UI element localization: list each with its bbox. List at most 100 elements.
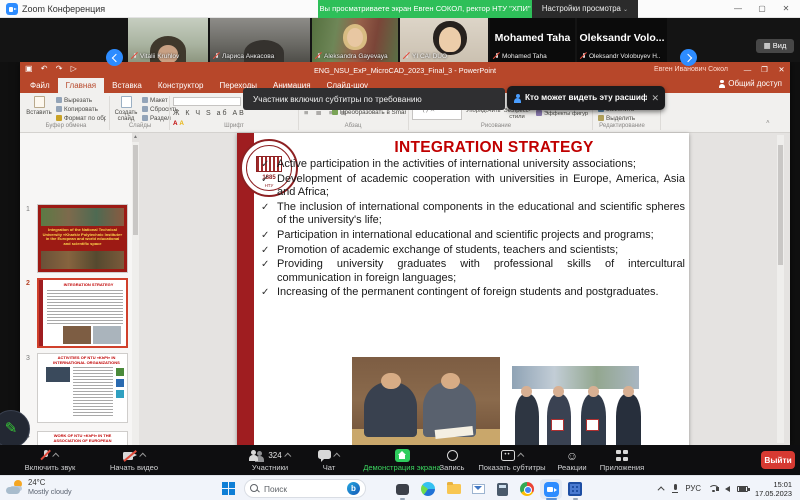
ppt-close-button[interactable]: ✕	[773, 62, 790, 77]
toast-close-icon[interactable]: ✕	[651, 86, 659, 110]
participants-count: 324	[268, 451, 281, 460]
chevron-up-icon[interactable]	[333, 453, 340, 460]
taskbar-calculator-icon[interactable]	[491, 479, 513, 499]
taskbar-explorer-icon[interactable]	[443, 479, 465, 499]
minimize-button[interactable]: —	[726, 0, 750, 18]
taskbar-edge-icon[interactable]	[417, 479, 439, 499]
reactions-button[interactable]: ☺ Реакции	[550, 447, 594, 473]
slide-thumbnail-3[interactable]: ACTIVITIES OF NTU «KhPI» IN INTERNATIONA…	[37, 353, 128, 423]
tab-file[interactable]: Файл	[22, 78, 58, 93]
start-video-button[interactable]: Начать видео	[94, 447, 174, 473]
bullet-item: Participation in international education…	[261, 229, 685, 243]
taskbar-chrome-icon[interactable]	[516, 479, 538, 499]
powerpoint-window: ▣ ↶ ↷ ▷ ENG_NSU_ExP_MicroCAD_2023_Final_…	[20, 62, 790, 445]
record-button[interactable]: Запись	[432, 447, 472, 473]
battery-icon[interactable]	[737, 486, 748, 492]
slide-thumbnail-4[interactable]: WORK OF NTU «KhPI» IN THE ASSOCIATION OF…	[37, 431, 128, 445]
maximize-button[interactable]: ▢	[750, 0, 774, 18]
leave-meeting-button[interactable]: Выйти	[761, 451, 795, 469]
video-tile[interactable]: Oleksandr Volo... Oleksandr Volobuyev H.…	[577, 18, 667, 62]
slide-thumbnail-2-selected[interactable]: INTEGRATION STRATEGY	[37, 278, 128, 348]
subtitles-button[interactable]: •• Показать субтитры	[474, 447, 550, 473]
participants-button[interactable]: 324 Участники	[238, 447, 302, 473]
current-slide[interactable]: 1885 НТУ INTEGRATION STRATEGY Active par…	[237, 133, 689, 445]
taskbar-search[interactable]: Поиск b	[244, 479, 366, 498]
chevron-up-icon[interactable]	[517, 453, 524, 460]
search-icon	[250, 484, 259, 493]
start-button[interactable]	[222, 482, 235, 495]
thumb-title: INTEGRATION STRATEGY	[53, 282, 124, 287]
scroll-left-arrow[interactable]	[106, 49, 123, 66]
font-style-buttons[interactable]: Ж К Ч S аб АВ	[173, 110, 246, 117]
layout-button[interactable]: Макет	[142, 97, 168, 104]
paragraph-group-label: Абзац	[330, 123, 376, 129]
chevron-up-icon[interactable]	[52, 453, 59, 460]
paste-button[interactable]: Вставить	[25, 96, 53, 116]
tab-design[interactable]: Конструктор	[150, 78, 212, 93]
person-icon	[513, 94, 521, 103]
drawing-group-label: Рисование	[466, 123, 526, 129]
ppt-share-button[interactable]: Общий доступ	[718, 79, 782, 88]
font-color-button[interactable]: А А	[173, 120, 184, 127]
tab-insert[interactable]: Вставка	[104, 78, 150, 93]
video-tile[interactable]: Лариса Анкасова	[210, 18, 310, 62]
video-tile[interactable]: Vitalii Kruhlov	[128, 18, 208, 62]
apps-button[interactable]: Приложения	[596, 447, 648, 473]
apps-grid-icon	[616, 450, 628, 462]
slide-number: 2	[26, 280, 30, 287]
chat-button[interactable]: Чат	[308, 447, 350, 473]
clipboard-group-label: Буфер обмена	[38, 123, 94, 129]
language-indicator[interactable]: РУС	[685, 484, 701, 493]
ppt-restore-button[interactable]: ❐	[756, 62, 773, 77]
video-tile[interactable]: Mohamed Taha Mohamed Taha	[490, 18, 575, 62]
quick-access-toolbar[interactable]: ▣ ↶ ↷ ▷	[25, 64, 80, 73]
select-button[interactable]: Выделить	[598, 115, 635, 122]
cut-button[interactable]: Вырезать	[56, 97, 92, 104]
tray-expand-chevron[interactable]	[658, 486, 665, 493]
tray-mic-icon[interactable]	[672, 484, 678, 493]
new-slide-button[interactable]: Создать слайд	[112, 96, 140, 122]
taskbar-zoom-icon-active[interactable]	[540, 479, 562, 499]
slide-scrollbar[interactable]	[777, 135, 784, 443]
taskbar-blue-app-icon[interactable]	[564, 479, 586, 499]
video-tile[interactable]: YI CAI DUO	[400, 18, 488, 62]
tab-home[interactable]: Главная	[58, 78, 104, 93]
speaker-icon[interactable]	[725, 486, 730, 492]
bullet-item: Increasing of the permanent contingent o…	[261, 286, 685, 300]
copy-button[interactable]: Копировать	[56, 106, 98, 113]
date: 17.05.2023	[755, 489, 792, 498]
chevron-up-icon[interactable]	[284, 453, 291, 460]
close-button[interactable]: ✕	[774, 0, 798, 18]
view-settings-dropdown[interactable]: Настройки просмотра ⌄	[532, 0, 638, 18]
scroll-up-arrow[interactable]: ▲	[132, 133, 139, 142]
slide-number: 3	[26, 355, 30, 362]
chevron-up-icon[interactable]	[139, 453, 146, 460]
slide-number: 1	[26, 206, 30, 213]
taskbar-clock[interactable]: 15:01 17.05.2023	[755, 480, 792, 498]
bullet-item: Active participation in the activities o…	[261, 158, 685, 172]
format-painter-button[interactable]: Формат по образцу	[56, 115, 106, 122]
section-button[interactable]: Раздел	[142, 115, 171, 122]
scroll-right-arrow[interactable]	[680, 49, 697, 66]
view-layout-button[interactable]: ▦ Вид	[756, 39, 794, 53]
unmute-button[interactable]: Включить звук	[8, 447, 92, 473]
smartart-button[interactable]: Преобразовать в SmartArt	[332, 109, 406, 116]
weather-temp: 24°C	[28, 478, 72, 487]
taskbar-chat-app-icon[interactable]	[391, 479, 413, 499]
font-name-input[interactable]	[173, 97, 241, 106]
participant-name: YI CAI DUO	[412, 53, 447, 60]
transcript-toast: Кто может видеть эту расшифровку? За... …	[507, 86, 665, 110]
font-group-label: Шрифт	[206, 123, 262, 129]
collapse-ribbon-chevron[interactable]: ˄	[766, 119, 770, 126]
weather-widget[interactable]: 24°C Mostly cloudy	[6, 478, 72, 496]
shape-effects-icon	[536, 110, 542, 116]
cut-icon	[56, 97, 62, 103]
ppt-minimize-button[interactable]: —	[739, 62, 756, 77]
taskbar-mail-icon[interactable]	[467, 479, 489, 499]
video-tile[interactable]: Aleksandra Gayevaya	[312, 18, 398, 62]
slide-thumbnail-1[interactable]: Integration of the National Technical Un…	[37, 204, 128, 273]
photo-delegation-group	[503, 362, 648, 445]
weather-desc: Mostly cloudy	[28, 487, 72, 496]
shape-effects-button[interactable]: Эффекты фигуры	[536, 110, 588, 117]
panel-scrollbar[interactable]: ▲	[132, 133, 139, 445]
